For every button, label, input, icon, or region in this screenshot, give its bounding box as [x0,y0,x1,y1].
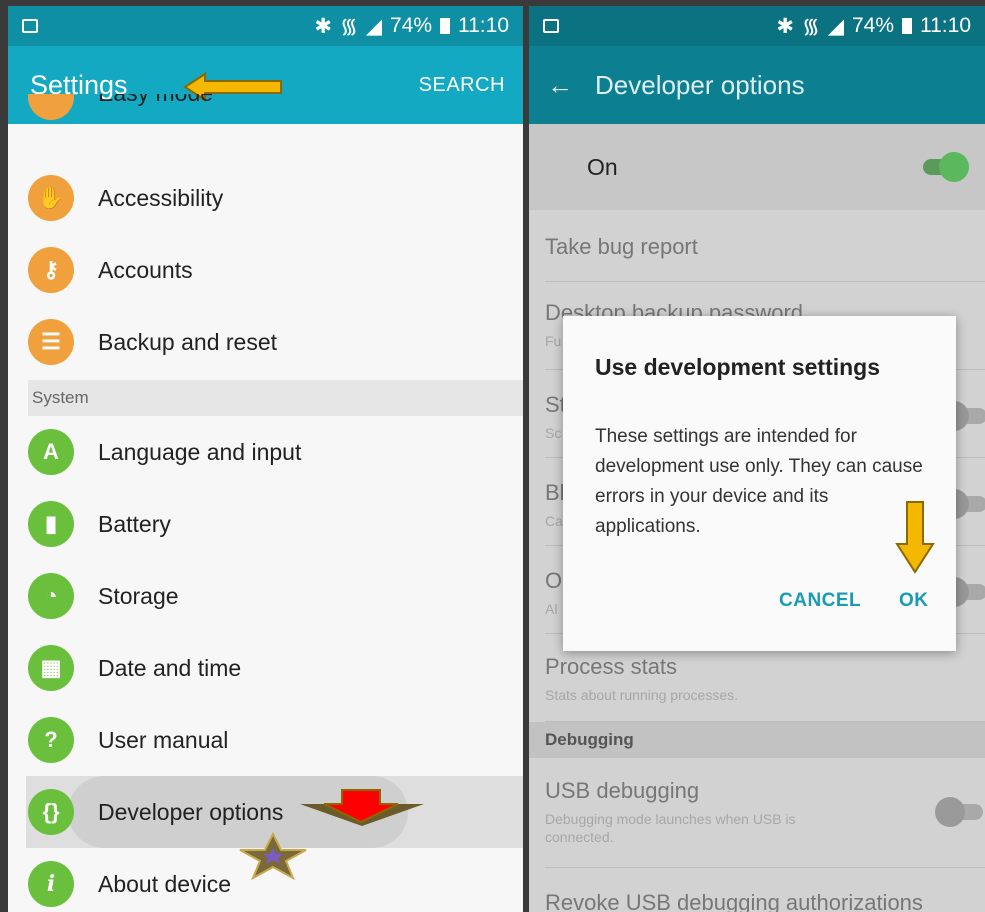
list-item-label: Battery [98,510,171,537]
page-title: Developer options [595,69,805,100]
list-item-label: Accounts [98,256,193,283]
list-item-usb-debugging[interactable]: USB debugging Debugging mode launches wh… [545,758,985,868]
battery-status-icon [902,18,912,34]
key-icon: ⚷ [28,247,74,293]
battery-percent: 74% [389,14,432,37]
section-header-debugging: Debugging [529,722,985,758]
list-item-label: Accessibility [98,184,224,211]
wifi-icon: ᯾ [339,15,358,38]
list-item-label: About device [98,870,231,897]
braces-icon: {} [28,789,74,835]
language-icon: A [28,429,74,475]
notification-icon [543,19,559,33]
calendar-icon: ▦ [28,645,74,691]
storage-icon: ◔ [28,573,74,619]
list-item-label: Storage [98,582,179,609]
battery-icon: ▮ [28,501,74,547]
list-item-accessibility[interactable]: ✋ Accessibility [8,162,523,234]
list-item-bug-report[interactable]: Take bug report [545,210,985,282]
list-item-label: Language and input [98,438,302,465]
list-item-battery[interactable]: ▮ Battery [8,488,523,560]
list-item-label: Developer options [98,798,284,825]
list-item-user-manual[interactable]: ? User manual [8,704,523,776]
bluetooth-icon: ✱ [314,14,332,38]
list-item-label: Backup and reset [98,328,278,355]
down-arrow-annotation-icon [895,501,935,574]
notification-icon [22,19,38,33]
dialog-title: Use development settings [595,354,881,380]
list-item-label: Date and time [98,654,242,681]
dialog-message: These settings are intended for developm… [595,426,923,537]
ok-button[interactable]: OK [899,590,929,612]
list-item-backup-reset[interactable]: ☰ Backup and reset [8,306,523,378]
list-item-revoke-usb[interactable]: Revoke USB debugging authorizations [545,868,985,912]
list-item-language-input[interactable]: A Language and input [8,416,523,488]
app-bar: ← Developer options [529,46,985,124]
bluetooth-icon: ✱ [776,14,794,38]
signal-icon: ◢ [827,14,844,38]
list-item-label: Easy mode [98,94,213,107]
back-arrow-icon[interactable]: ← [547,70,573,101]
status-bar: ✱ ᯾ ◢ 74% 11:10 [529,6,985,46]
master-switch-row[interactable]: On [529,124,985,210]
easy-mode-icon [28,94,74,120]
developer-options-screen: ✱ ᯾ ◢ 74% 11:10 ← Developer options On T… [529,6,985,912]
settings-screen: ✱ ᯾ ◢ 74% 11:10 Settings SEARCH Easy mod… [8,6,523,912]
switch-label: On [587,153,618,180]
battery-status-icon [440,18,450,34]
usb-debugging-toggle[interactable] [935,797,983,827]
signal-icon: ◢ [365,14,382,38]
list-item-storage[interactable]: ◔ Storage [8,560,523,632]
status-bar: ✱ ᯾ ◢ 74% 11:10 [8,6,523,46]
confirm-dialog: Use development settings These settings … [563,316,956,651]
list-item-easy-mode[interactable]: Easy mode [8,94,523,130]
backup-icon: ☰ [28,319,74,365]
section-header-system: System [28,380,523,416]
star-annotation-icon [239,832,307,880]
manual-icon: ? [28,717,74,763]
list-item-date-time[interactable]: ▦ Date and time [8,632,523,704]
hand-icon: ✋ [28,175,74,221]
list-item-label: User manual [98,726,229,753]
info-icon: i [28,861,74,907]
clock: 11:10 [920,14,971,37]
down-arrow-annotation-icon [300,789,424,826]
clock: 11:10 [458,14,509,37]
list-item-accounts[interactable]: ⚷ Accounts [8,234,523,306]
wifi-icon: ᯾ [801,15,820,38]
master-toggle[interactable] [923,152,969,182]
battery-percent: 74% [851,14,894,37]
cancel-button[interactable]: CANCEL [779,590,861,612]
